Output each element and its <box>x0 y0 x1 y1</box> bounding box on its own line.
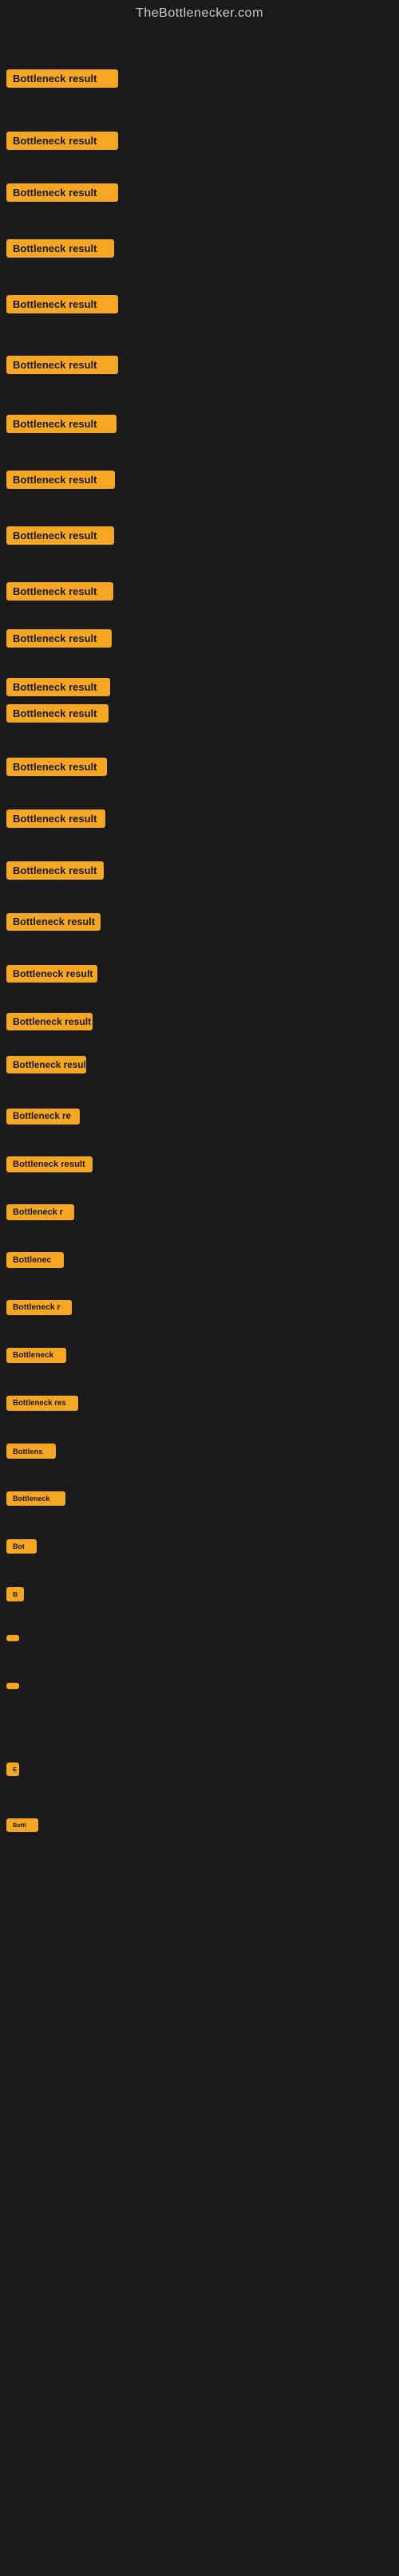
bottleneck-badge-27[interactable]: Bottleneck res <box>6 1396 78 1411</box>
bottleneck-badge-35[interactable]: Bottl <box>6 1818 38 1832</box>
bottleneck-badge-33[interactable] <box>6 1683 19 1689</box>
bottleneck-badge-6[interactable]: Bottleneck result <box>6 356 118 374</box>
bottleneck-badge-26[interactable]: Bottleneck <box>6 1348 66 1363</box>
bottleneck-badge-18[interactable]: Bottleneck result <box>6 965 97 983</box>
bottleneck-badge-8[interactable]: Bottleneck result <box>6 471 115 489</box>
bottleneck-badge-10[interactable]: Bottleneck result <box>6 582 113 601</box>
bottleneck-badge-16[interactable]: Bottleneck result <box>6 861 104 880</box>
bottleneck-badge-28[interactable]: Bottlens <box>6 1444 56 1459</box>
site-title-bar: TheBottlenecker.com <box>0 0 399 24</box>
bottleneck-badge-3[interactable]: Bottleneck result <box>6 183 118 202</box>
bottleneck-badge-22[interactable]: Bottleneck result <box>6 1156 93 1172</box>
bottleneck-badge-31[interactable]: B <box>6 1587 24 1601</box>
bottleneck-badge-15[interactable]: Bottleneck result <box>6 809 105 828</box>
bottleneck-badge-11[interactable]: Bottleneck result <box>6 629 112 648</box>
bottleneck-badge-5[interactable]: Bottleneck result <box>6 295 118 313</box>
bottleneck-badge-12[interactable]: Bottleneck result <box>6 678 110 696</box>
bottleneck-badge-30[interactable]: Bot <box>6 1539 37 1554</box>
bottleneck-badge-19[interactable]: Bottleneck result <box>6 1013 93 1030</box>
bottleneck-badge-2[interactable]: Bottleneck result <box>6 132 118 150</box>
bottleneck-badge-7[interactable]: Bottleneck result <box>6 415 117 433</box>
bottleneck-badge-21[interactable]: Bottleneck re <box>6 1109 80 1125</box>
bottleneck-badge-4[interactable]: Bottleneck result <box>6 239 114 258</box>
bottleneck-badge-14[interactable]: Bottleneck result <box>6 758 107 776</box>
bottleneck-badge-32[interactable] <box>6 1635 19 1641</box>
bottleneck-badge-1[interactable]: Bottleneck result <box>6 69 118 88</box>
bottleneck-badge-20[interactable]: Bottleneck result <box>6 1056 86 1073</box>
bottleneck-badge-9[interactable]: Bottleneck result <box>6 526 114 545</box>
bottleneck-badge-34[interactable]: E <box>6 1763 19 1776</box>
site-title: TheBottlenecker.com <box>0 0 399 24</box>
bottleneck-badge-17[interactable]: Bottleneck result <box>6 913 101 931</box>
bottleneck-badge-24[interactable]: Bottlenec <box>6 1252 64 1268</box>
badges-container: Bottleneck result Bottleneck result Bottle… <box>0 24 399 2576</box>
bottleneck-badge-13[interactable]: Bottleneck result <box>6 704 109 723</box>
bottleneck-badge-29[interactable]: Bottleneck <box>6 1491 65 1506</box>
bottleneck-badge-25[interactable]: Bottleneck r <box>6 1300 72 1315</box>
bottleneck-badge-23[interactable]: Bottleneck r <box>6 1204 74 1220</box>
